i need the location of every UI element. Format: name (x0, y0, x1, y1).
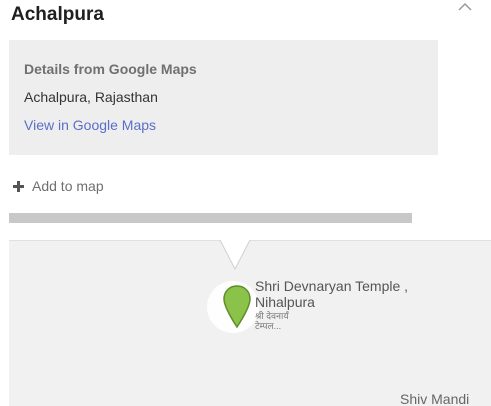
place-address: Achalpura, Rajasthan (24, 89, 158, 105)
view-in-google-maps-link[interactable]: View in Google Maps (24, 117, 156, 133)
details-card: Details from Google Maps Achalpura, Raja… (9, 40, 438, 155)
place-title: Achalpura (11, 4, 104, 25)
details-heading: Details from Google Maps (24, 61, 197, 77)
plus-icon (13, 180, 24, 192)
poi-label-local: श्री देवनार्यं टेम्पल... (255, 311, 289, 331)
add-to-map-button[interactable]: Add to map (13, 178, 104, 194)
place-panel: Achalpura Details from Google Maps Achal… (0, 0, 491, 406)
map-label: Shiv Mandi (400, 391, 470, 406)
poi-label: Shri Devnaryan Temple , Nihalpura (255, 278, 409, 310)
map-pin-icon[interactable] (222, 284, 252, 330)
add-to-map-label: Add to map (32, 178, 104, 194)
divider-bar (9, 213, 412, 223)
chevron-up-icon[interactable] (456, 0, 474, 14)
